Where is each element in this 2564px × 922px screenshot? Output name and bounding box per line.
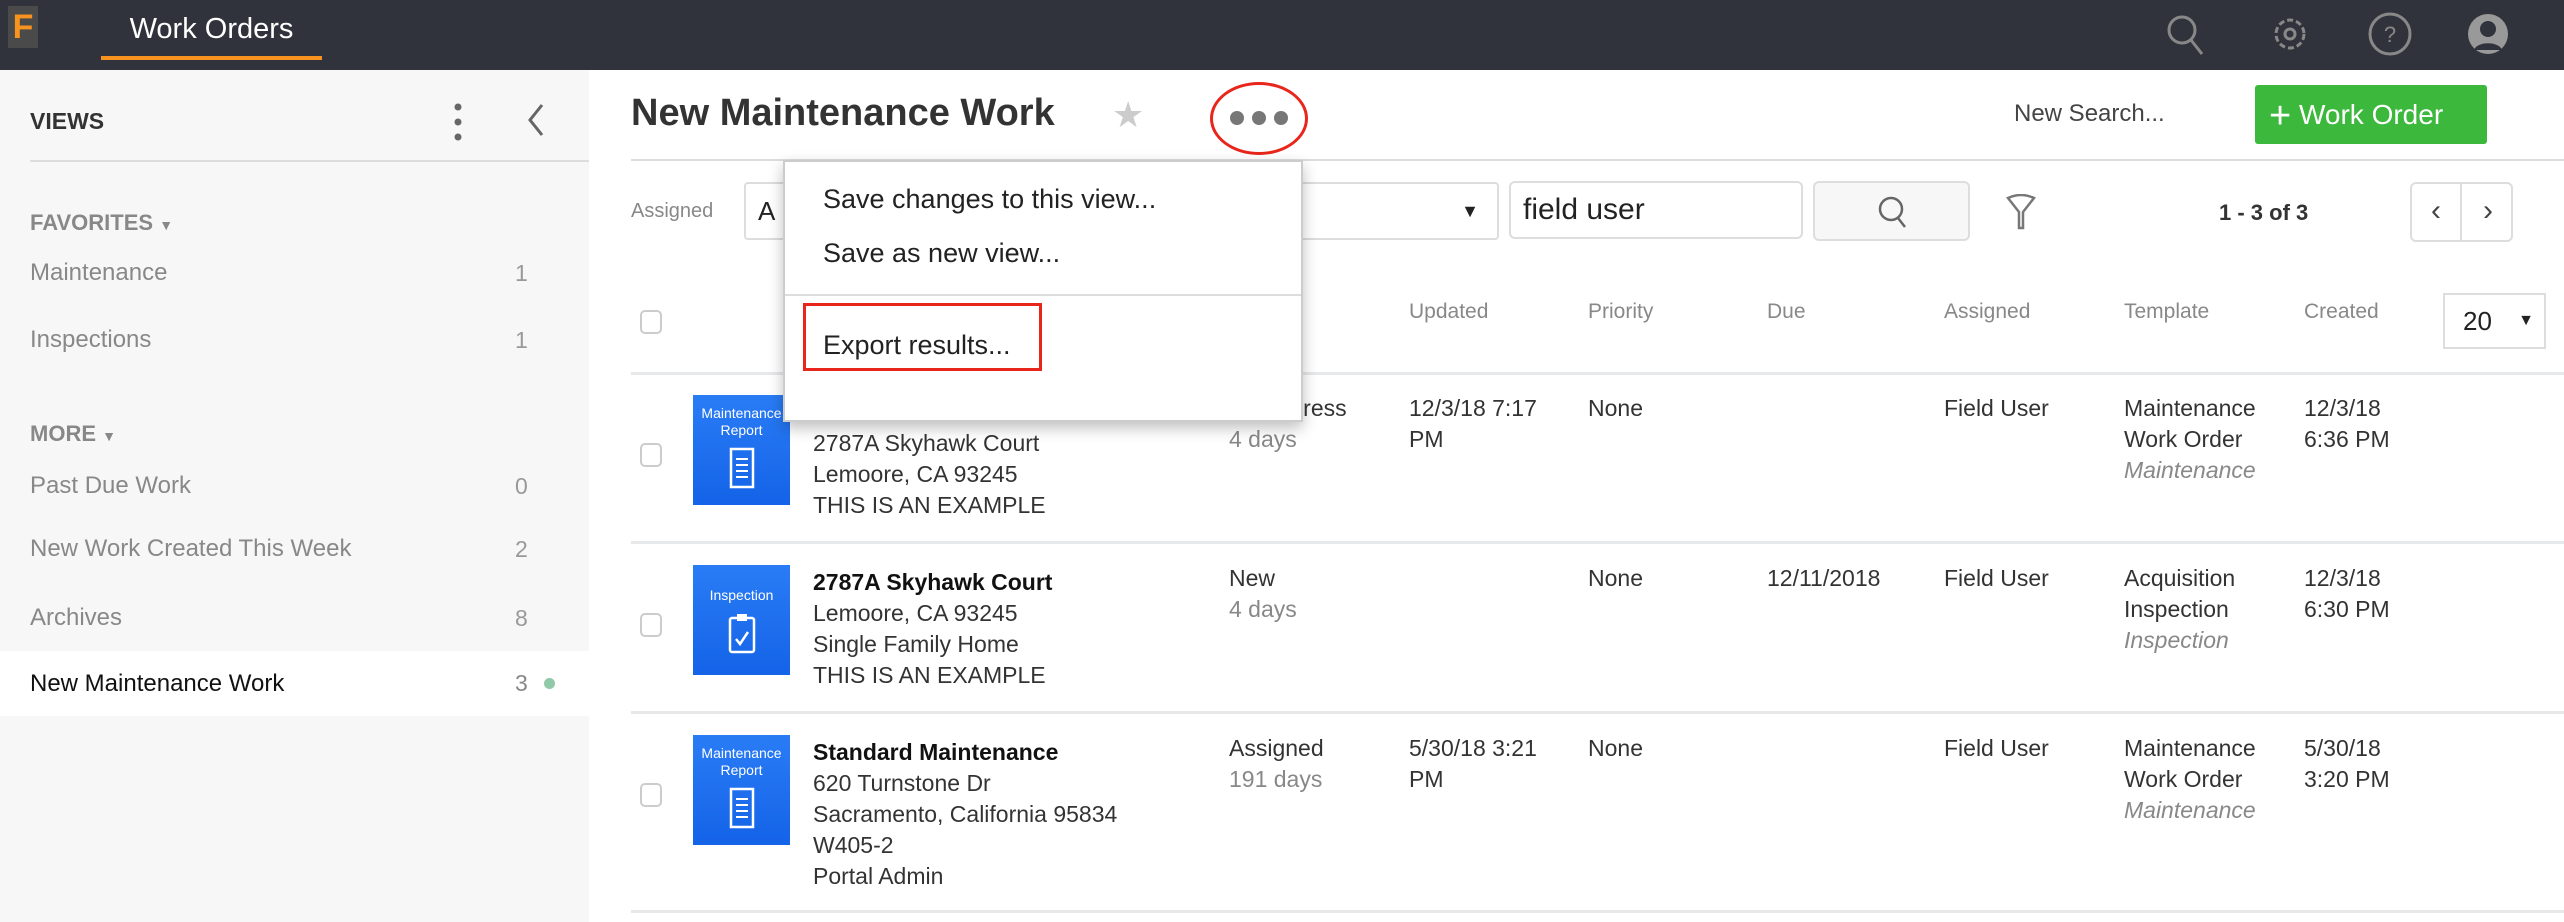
work-order-detail: 620 Turnstone Dr bbox=[813, 770, 991, 796]
template-cell: Maintenance Work Order Maintenance bbox=[2124, 395, 2256, 483]
gear-icon[interactable] bbox=[2266, 10, 2314, 58]
collapse-chevron-icon[interactable] bbox=[526, 102, 546, 138]
filter-icon[interactable] bbox=[2006, 194, 2036, 230]
top-bar: F Work Orders ? bbox=[0, 0, 2564, 70]
table-row[interactable]: Maintenance Report Standard Maintenance … bbox=[631, 713, 2564, 912]
more-options-menu: Save changes to this view... Save as new… bbox=[783, 160, 1303, 422]
pager: ‹ › bbox=[2410, 182, 2513, 242]
caret-down-icon: ▼ bbox=[1461, 201, 1479, 221]
tab-work-orders[interactable]: Work Orders bbox=[101, 0, 322, 60]
new-search-link[interactable]: New Search... bbox=[2014, 100, 2165, 128]
work-order-thumbnail: Maintenance Report bbox=[693, 735, 790, 845]
work-order-thumbnail: Maintenance Report bbox=[693, 395, 790, 505]
work-order-title[interactable]: Standard Maintenance bbox=[813, 737, 1117, 768]
sidebar-item-archives[interactable]: Archives 8 bbox=[0, 592, 589, 644]
column-header-created[interactable]: Created bbox=[2304, 300, 2379, 324]
svg-text:?: ? bbox=[2384, 22, 2396, 47]
created-cell: 5/30/18 3:20 PM bbox=[2304, 735, 2390, 792]
divider bbox=[30, 160, 589, 162]
annotation-box bbox=[803, 303, 1042, 371]
created-cell: 12/3/18 6:30 PM bbox=[2304, 565, 2390, 622]
assigned-cell: Field User bbox=[1944, 735, 2049, 761]
report-icon bbox=[729, 787, 754, 829]
next-page-icon[interactable]: › bbox=[2463, 184, 2513, 240]
search-icon bbox=[1878, 196, 1906, 228]
more-vertical-icon[interactable] bbox=[452, 102, 464, 142]
divider bbox=[785, 294, 1301, 296]
column-header-template[interactable]: Template bbox=[2124, 300, 2209, 324]
priority-cell: None bbox=[1588, 565, 1643, 591]
app-logo[interactable]: F bbox=[8, 6, 38, 48]
assigned-cell: Field User bbox=[1944, 565, 2049, 591]
plus-icon: + bbox=[2269, 95, 2292, 137]
row-checkbox[interactable] bbox=[640, 443, 662, 467]
menu-item-save-changes[interactable]: Save changes to this view... bbox=[823, 184, 1156, 215]
work-order-summary: Standard Maintenance 620 Turnstone Dr Sac… bbox=[813, 737, 1117, 892]
clipboard-check-icon bbox=[728, 614, 755, 654]
page-size-select[interactable]: 20 ▼ bbox=[2443, 293, 2546, 349]
sidebar-item-inspections[interactable]: Inspections 1 bbox=[0, 314, 589, 366]
sidebar-item-maintenance[interactable]: Maintenance 1 bbox=[0, 247, 589, 299]
work-order-detail: Portal Admin bbox=[813, 863, 944, 889]
caret-down-icon: ▼ bbox=[102, 428, 116, 444]
assigned-filter-label: Assigned bbox=[631, 200, 714, 222]
status-cell: New 4 days bbox=[1229, 565, 1297, 622]
updated-cell: 12/3/18 7:17 PM bbox=[1409, 395, 1537, 452]
more-heading[interactable]: MORE ▼ bbox=[30, 421, 116, 447]
page-title: New Maintenance Work bbox=[631, 92, 1055, 134]
work-order-detail: Lemoore, CA 93245 bbox=[813, 600, 1018, 626]
select-all-checkbox[interactable] bbox=[640, 310, 662, 334]
search-icon[interactable] bbox=[2162, 10, 2210, 58]
column-header-due[interactable]: Due bbox=[1767, 300, 1806, 324]
pagination-text: 1 - 3 of 3 bbox=[2219, 200, 2309, 225]
column-header-updated[interactable]: Updated bbox=[1409, 300, 1488, 324]
column-header-priority[interactable]: Priority bbox=[1588, 300, 1653, 324]
work-order-detail: 2787A Skyhawk Court bbox=[813, 430, 1040, 456]
sidebar-item-new-work-created[interactable]: New Work Created This Week 2 bbox=[0, 523, 589, 575]
work-order-title[interactable]: 2787A Skyhawk Court bbox=[813, 567, 1052, 598]
due-cell: 12/11/2018 bbox=[1767, 565, 1881, 591]
column-header-assigned[interactable]: Assigned bbox=[1944, 300, 2030, 324]
work-order-detail: Single Family Home bbox=[813, 631, 1019, 657]
divider bbox=[631, 910, 2564, 913]
sidebar-item-new-maintenance-work[interactable]: New Maintenance Work 3 bbox=[0, 651, 589, 716]
report-icon bbox=[729, 447, 754, 489]
search-button[interactable] bbox=[1813, 181, 1970, 241]
template-cell: Maintenance Work Order Maintenance bbox=[2124, 735, 2256, 823]
views-heading: VIEWS bbox=[30, 108, 105, 134]
new-work-order-button[interactable]: + Work Order bbox=[2255, 85, 2487, 144]
sidebar: VIEWS FAVORITES ▼ Maintenance 1 Inspectio… bbox=[0, 70, 589, 922]
work-order-detail: THIS IS AN EXAMPLE bbox=[813, 492, 1046, 518]
assigned-cell: Field User bbox=[1944, 395, 2049, 421]
work-order-detail: THIS IS AN EXAMPLE bbox=[813, 662, 1046, 688]
caret-down-icon: ▼ bbox=[2518, 312, 2534, 329]
more-options-icon[interactable] bbox=[1228, 108, 1290, 128]
template-cell: Acquisition Inspection Inspection bbox=[2124, 565, 2236, 653]
row-checkbox[interactable] bbox=[640, 783, 662, 807]
favorite-star-icon[interactable]: ★ bbox=[1112, 94, 1144, 136]
unsaved-dot bbox=[544, 678, 555, 689]
user-avatar-icon[interactable] bbox=[2464, 10, 2512, 58]
created-cell: 12/3/18 6:36 PM bbox=[2304, 395, 2390, 452]
work-order-detail: Lemoore, CA 93245 bbox=[813, 461, 1018, 487]
menu-item-save-as-new-view[interactable]: Save as new view... bbox=[823, 238, 1060, 269]
prev-page-icon[interactable]: ‹ bbox=[2412, 184, 2462, 240]
help-icon[interactable]: ? bbox=[2366, 10, 2414, 58]
work-order-detail: W405-2 bbox=[813, 832, 894, 858]
work-order-summary: 2787A Skyhawk Court Lemoore, CA 93245 Sin… bbox=[813, 567, 1052, 691]
updated-cell: 5/30/18 3:21 PM bbox=[1409, 735, 1537, 792]
priority-cell: None bbox=[1588, 395, 1643, 421]
caret-down-icon: ▼ bbox=[159, 217, 174, 233]
priority-cell: None bbox=[1588, 735, 1643, 761]
row-checkbox[interactable] bbox=[640, 613, 662, 637]
search-input[interactable]: field user bbox=[1509, 181, 1803, 239]
favorites-heading[interactable]: FAVORITES ▼ bbox=[30, 210, 173, 236]
work-order-thumbnail: Inspection bbox=[693, 565, 790, 675]
work-order-detail: Sacramento, California 95834 bbox=[813, 801, 1118, 827]
status-cell: Assigned 191 days bbox=[1229, 735, 1324, 792]
table-row[interactable]: Inspection 2787A Skyhawk Court Lemoore, … bbox=[631, 543, 2564, 713]
sidebar-item-past-due-work[interactable]: Past Due Work 0 bbox=[0, 460, 589, 512]
